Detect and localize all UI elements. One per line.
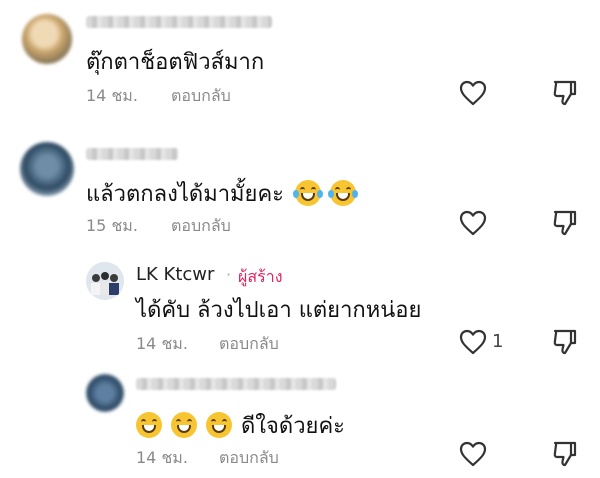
grinning-face-emoji-icon (206, 412, 232, 438)
thumbs-down-outline-icon[interactable] (552, 79, 578, 107)
tears-of-joy-emoji-icon (327, 180, 358, 206)
reply-time: 14 ชม. (136, 448, 188, 467)
reply-text-body: ดีใจด้วยค่ะ (241, 414, 345, 439)
heart-outline-icon[interactable] (459, 80, 487, 106)
comment-time: 14 ชม. (86, 86, 138, 105)
commenter-name-blurred[interactable] (86, 16, 272, 28)
tears-of-joy-emoji-icon (292, 180, 323, 206)
like-count: 1 (492, 331, 504, 352)
avatar[interactable] (86, 374, 124, 412)
avatar[interactable] (22, 14, 72, 64)
reply-button[interactable]: ตอบกลับ (219, 332, 279, 357)
separator-dot: · (226, 265, 232, 284)
thumbs-down-outline-icon[interactable] (552, 209, 578, 237)
reply-button[interactable]: ตอบกลับ (219, 446, 279, 471)
reply-1: LK Ktcwr · ผู้สร้าง ได้คับ ล้วงไปเอา แต่… (0, 258, 600, 368)
reply-time: 14 ชม. (136, 334, 188, 353)
thumbs-down-outline-icon[interactable] (552, 440, 578, 468)
comment-time: 15 ชม. (86, 216, 138, 235)
commenter-name-blurred[interactable] (86, 148, 178, 160)
reply-text: ดีใจด้วยค่ะ (136, 408, 345, 443)
comment-2: แล้วตกลงได้มามั้ยคะ 15 ชม. ตอบกลับ (0, 138, 600, 258)
reply-button[interactable]: ตอบกลับ (171, 214, 231, 239)
creator-avatar[interactable] (86, 262, 124, 300)
creator-name[interactable]: LK Ktcwr (136, 264, 214, 285)
grinning-face-emoji-icon (171, 412, 197, 438)
comment-1: ตุ๊กตาช็อตฟิวส์มาก 14 ชม. ตอบกลับ (0, 0, 600, 120)
reply-button[interactable]: ตอบกลับ (171, 84, 231, 109)
reply-text: ได้คับ ล้วงไปเอา แต่ยากหน่อย (136, 298, 422, 323)
thumbs-down-outline-icon[interactable] (552, 328, 578, 356)
heart-outline-icon[interactable] (459, 441, 487, 467)
commenter-name-blurred[interactable] (136, 378, 336, 390)
comment-text-body: แล้วตกลงได้มามั้ยคะ (86, 182, 284, 207)
reply-2: ดีใจด้วยค่ะ 14 ชม. ตอบกลับ (0, 368, 600, 478)
comment-text: แล้วตกลงได้มามั้ยคะ (86, 176, 358, 211)
grinning-face-emoji-icon (136, 412, 162, 438)
group-photo-icon (86, 262, 124, 300)
creator-badge: ผู้สร้าง (238, 267, 283, 286)
heart-outline-icon[interactable] (459, 210, 487, 236)
heart-outline-icon[interactable] (459, 329, 487, 355)
comment-text: ตุ๊กตาช็อตฟิวส์มาก (86, 50, 265, 75)
avatar[interactable] (20, 142, 74, 196)
